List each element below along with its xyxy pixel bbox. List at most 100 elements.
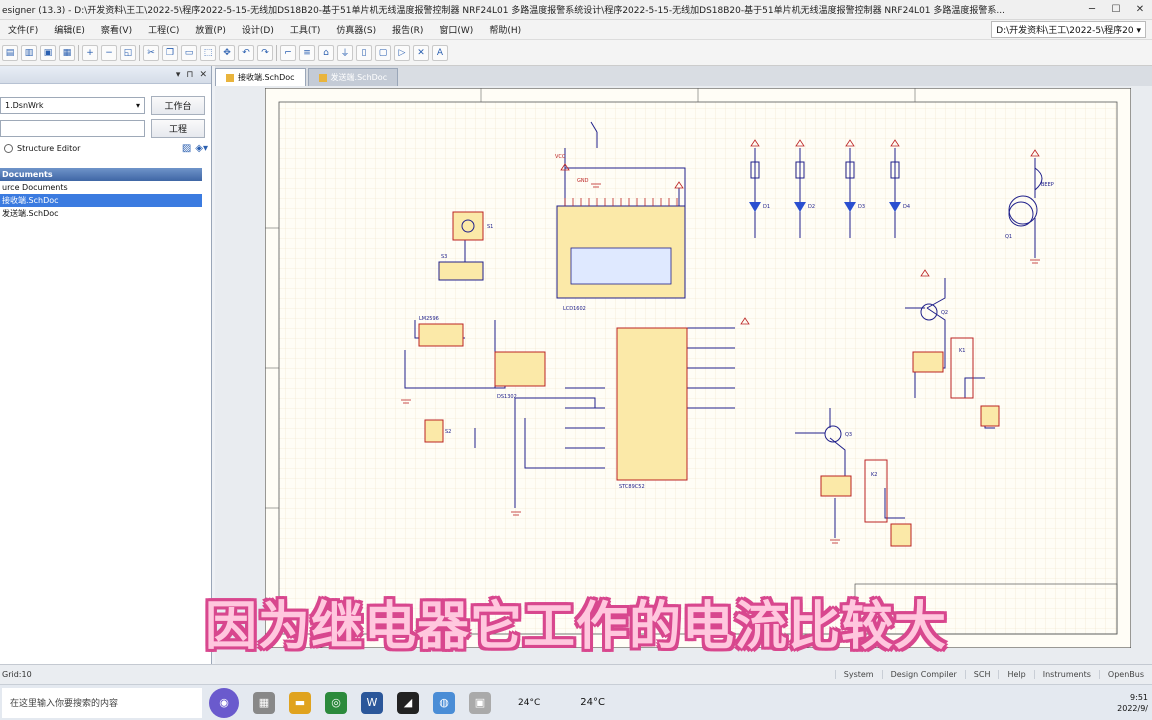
structure-editor-row: Structure Editor ▨ ◈▾ xyxy=(4,143,208,154)
panel-design-compiler[interactable]: Design Compiler xyxy=(881,670,965,679)
transistor-label-q3: Q3 xyxy=(845,432,852,438)
panel-pin-icon[interactable]: ⊓ xyxy=(186,70,193,80)
switch-s2 xyxy=(424,419,444,443)
menu-file[interactable]: 文件(F) xyxy=(0,23,46,36)
minimize-icon[interactable]: ─ xyxy=(1080,0,1104,20)
sheet-symbol-icon[interactable]: ▢ xyxy=(375,44,391,61)
open-icon[interactable]: ▥ xyxy=(21,44,37,61)
tab-receiver[interactable]: 接收端.SchDoc xyxy=(215,68,306,86)
tray-app-icon[interactable]: ▣ xyxy=(469,691,491,714)
menu-view[interactable]: 察看(V) xyxy=(93,23,140,36)
switch-label-s3: S3 xyxy=(441,254,447,260)
tree-item-source-documents[interactable]: urce Documents xyxy=(0,181,202,194)
cut-icon[interactable]: ✂ xyxy=(143,44,159,61)
led-label-d4: D4 xyxy=(903,204,910,210)
path-combo[interactable]: D:\开发资料\王工\2022-5\程序20 ▾ xyxy=(991,21,1146,38)
tree-item-receiver[interactable]: 接收端.SchDoc xyxy=(0,194,202,207)
text-icon[interactable]: A xyxy=(432,44,448,61)
led-label-d3: D3 xyxy=(858,204,865,210)
folder-icon[interactable]: ▨ xyxy=(182,143,191,154)
workspace-combo[interactable]: 1.DsnWrk ▾ xyxy=(0,97,145,114)
project-button[interactable]: 工程 xyxy=(151,119,205,138)
cortana-icon[interactable]: ◉ xyxy=(209,687,239,718)
relay-label-k2: K2 xyxy=(871,472,877,478)
title-bar: esigner (13.3) - D:\开发资料\王工\2022-5\程序202… xyxy=(0,0,1152,20)
menu-help[interactable]: 帮助(H) xyxy=(481,23,529,36)
panel-openbus[interactable]: OpenBus xyxy=(1098,670,1152,679)
panel-system[interactable]: System xyxy=(834,670,882,679)
structure-editor-radio[interactable] xyxy=(4,144,13,153)
toolbar-separator xyxy=(276,44,277,61)
word-icon[interactable]: W xyxy=(361,691,383,714)
menu-design[interactable]: 设计(D) xyxy=(234,23,282,36)
tab-sender[interactable]: 发送端.SchDoc xyxy=(307,68,399,86)
menu-bar: 文件(F) 编辑(E) 察看(V) 工程(C) 放置(P) 设计(D) 工具(T… xyxy=(0,20,1152,40)
zoom-out-icon[interactable]: − xyxy=(101,44,117,61)
altium-icon[interactable]: ◢ xyxy=(397,691,419,714)
print-icon[interactable]: ▦ xyxy=(59,44,75,61)
lcd-module xyxy=(556,198,686,299)
save-icon[interactable]: ▣ xyxy=(40,44,56,61)
regulator xyxy=(418,323,464,347)
search-placeholder: 在这里输入你要搜索的内容 xyxy=(10,699,119,709)
chevron-down-icon: ▾ xyxy=(135,101,140,110)
project-combo[interactable] xyxy=(0,120,145,137)
panel-close-icon[interactable]: ✕ xyxy=(199,70,207,80)
settings-icon[interactable]: ◈▾ xyxy=(195,143,208,154)
wire-icon[interactable]: ⌐ xyxy=(280,44,296,61)
undo-icon[interactable]: ↶ xyxy=(238,44,254,61)
power-port-icon[interactable]: ⏚ xyxy=(337,44,353,61)
buzzer-label: BEEP xyxy=(1041,182,1054,188)
menu-reports[interactable]: 报告(R) xyxy=(384,23,431,36)
copy-icon[interactable]: ❐ xyxy=(162,44,178,61)
regulator-label: LM2596 xyxy=(419,316,439,322)
menu-tools[interactable]: 工具(T) xyxy=(282,23,329,36)
panel-menu-icon[interactable]: ▾ xyxy=(176,70,181,80)
net-label-icon[interactable]: ⌂ xyxy=(318,44,334,61)
panel-sch[interactable]: SCH xyxy=(964,670,999,679)
weather-tray[interactable]: 24°C xyxy=(580,697,605,708)
weather-left: 24°C xyxy=(518,697,541,708)
part-icon[interactable]: ▯ xyxy=(356,44,372,61)
mcu-label: STC89C52 xyxy=(619,484,645,490)
maximize-icon[interactable]: ☐ xyxy=(1104,0,1128,20)
panel-instruments[interactable]: Instruments xyxy=(1033,670,1099,679)
panel-help[interactable]: Help xyxy=(998,670,1033,679)
menu-place[interactable]: 放置(P) xyxy=(187,23,233,36)
toolbar-separator xyxy=(78,44,79,61)
workspace-row: 1.DsnWrk ▾ 工作台 xyxy=(0,96,212,115)
clock[interactable]: 9:51 2022/9/ xyxy=(1117,692,1148,714)
switch-s3 xyxy=(438,261,484,281)
zoom-fit-icon[interactable]: ◱ xyxy=(120,44,136,61)
workspace-button[interactable]: 工作台 xyxy=(151,96,205,115)
file-explorer-icon[interactable]: ▬ xyxy=(289,691,311,714)
task-view-icon[interactable]: ▦ xyxy=(253,691,275,714)
project-tree: Documents urce Documents 接收端.SchDoc 发送端.… xyxy=(0,168,202,220)
taskbar-search[interactable]: 在这里输入你要搜索的内容 xyxy=(2,687,202,718)
close-icon[interactable]: ✕ xyxy=(1128,0,1152,20)
no-erc-icon[interactable]: ✕ xyxy=(413,44,429,61)
project-row: 工程 xyxy=(0,119,212,138)
zoom-in-icon[interactable]: + xyxy=(82,44,98,61)
new-icon[interactable]: ▤ xyxy=(2,44,18,61)
menu-edit[interactable]: 编辑(E) xyxy=(46,23,93,36)
panel-header: ▾ ⊓ ✕ xyxy=(0,66,211,84)
bus-icon[interactable]: ≡ xyxy=(299,44,315,61)
app-icon[interactable]: ◍ xyxy=(433,691,455,714)
workspace-name: 1.DsnWrk xyxy=(5,101,44,110)
chrome-icon[interactable]: ◎ xyxy=(325,691,347,714)
rtc-label: DS1302 xyxy=(497,394,517,400)
tab-label: 发送端.SchDoc xyxy=(330,73,388,82)
select-icon[interactable]: ⬚ xyxy=(200,44,216,61)
move-icon[interactable]: ✥ xyxy=(219,44,235,61)
redo-icon[interactable]: ↷ xyxy=(257,44,273,61)
menu-project[interactable]: 工程(C) xyxy=(140,23,187,36)
taskbar: 在这里输入你要搜索的内容 ◉ ▦ ▬ ◎ W ◢ ◍ ▣ 24°C 24°C 9… xyxy=(0,684,1152,720)
paste-icon[interactable]: ▭ xyxy=(181,44,197,61)
port-icon[interactable]: ▷ xyxy=(394,44,410,61)
structure-editor-label: Structure Editor xyxy=(17,144,81,153)
schematic-sheet[interactable]: LCD1602 STC89C52 DS1302 LM2596 BEEP D1 D… xyxy=(265,88,1131,648)
menu-window[interactable]: 窗口(W) xyxy=(431,23,481,36)
menu-simulator[interactable]: 仿真器(S) xyxy=(328,23,384,36)
tree-item-sender[interactable]: 发送端.SchDoc xyxy=(0,207,202,220)
